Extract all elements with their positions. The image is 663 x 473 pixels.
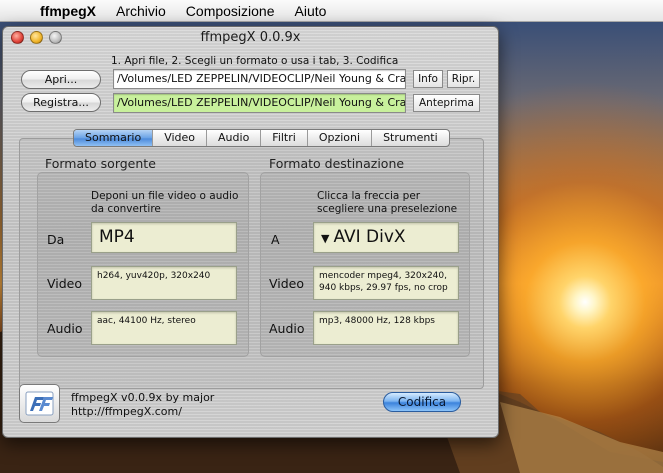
menu-bar: ffmpegX Archivio Composizione Aiuto bbox=[0, 0, 663, 22]
tab-filtri[interactable]: Filtri bbox=[261, 130, 308, 146]
window-controls bbox=[11, 31, 62, 44]
tab-video[interactable]: Video bbox=[153, 130, 208, 146]
source-drop-hint: Deponi un file video o audio da converti… bbox=[91, 190, 239, 215]
logo-mark bbox=[25, 391, 54, 416]
tab-strumenti[interactable]: Strumenti bbox=[372, 130, 449, 146]
chevron-down-icon[interactable]: ▼ bbox=[321, 232, 329, 245]
destination-audio-value: mp3, 48000 Hz, 128 kbps bbox=[313, 311, 459, 345]
zoom-window-button[interactable] bbox=[49, 31, 62, 44]
source-audio-label: Audio bbox=[47, 321, 83, 336]
menu-archivio[interactable]: Archivio bbox=[106, 0, 176, 22]
source-format-label: Da bbox=[47, 232, 65, 247]
source-video-label: Video bbox=[47, 276, 83, 291]
open-file-button[interactable]: Apri... bbox=[21, 70, 101, 89]
source-format-value: MP4 bbox=[91, 222, 237, 253]
info-button[interactable]: Info bbox=[413, 70, 443, 88]
version-line: ffmpegX v0.0.9x by major bbox=[71, 391, 215, 404]
preview-button[interactable]: Anteprima bbox=[413, 94, 480, 112]
title-bar[interactable]: ffmpegX 0.0.9x bbox=[3, 27, 498, 49]
tab-bar: Sommario Video Audio Filtri Opzioni Stru… bbox=[73, 129, 450, 147]
instructions-text: 1. Apri file, 2. Scegli un formato o usa… bbox=[111, 55, 399, 67]
destination-format-title: Formato destinazione bbox=[269, 156, 405, 171]
encode-button[interactable]: Codifica bbox=[383, 392, 461, 412]
destination-video-value: mencoder mpeg4, 320x240, 940 kbps, 29.97… bbox=[313, 266, 459, 300]
source-audio-value: aac, 44100 Hz, stereo bbox=[91, 311, 237, 345]
minimize-window-button[interactable] bbox=[30, 31, 43, 44]
website-link[interactable]: http://ffmpegX.com/ bbox=[71, 405, 214, 419]
tab-audio[interactable]: Audio bbox=[207, 130, 262, 146]
ffmpegx-logo-icon bbox=[19, 384, 60, 423]
ffmpegx-window: ffmpegX 0.0.9x 1. Apri file, 2. Scegli u… bbox=[2, 26, 499, 438]
footer-credits: ffmpegX v0.0.9x by major http://ffmpegX.… bbox=[71, 391, 214, 419]
play-source-button[interactable]: Ripr. bbox=[447, 70, 480, 88]
destination-preset-hint: Clicca la freccia per scegliere una pres… bbox=[317, 190, 458, 215]
destination-audio-label: Audio bbox=[269, 321, 305, 336]
source-path-field[interactable]: /Volumes/LED ZEPPELIN/VIDEOCLIP/Neil You… bbox=[113, 69, 406, 89]
destination-format-value: AVI DivX bbox=[333, 227, 406, 247]
save-as-button[interactable]: Registra... bbox=[21, 93, 101, 112]
close-window-button[interactable] bbox=[11, 31, 24, 44]
menu-app-name[interactable]: ffmpegX bbox=[30, 0, 106, 22]
destination-format-popup[interactable]: ▼ AVI DivX bbox=[313, 222, 459, 253]
source-format-title: Formato sorgente bbox=[45, 156, 156, 171]
menu-composizione[interactable]: Composizione bbox=[176, 0, 285, 22]
destination-video-label: Video bbox=[269, 276, 305, 291]
destination-path-field[interactable]: /Volumes/LED ZEPPELIN/VIDEOCLIP/Neil You… bbox=[113, 93, 406, 113]
tab-sommario[interactable]: Sommario bbox=[74, 130, 154, 146]
tab-opzioni[interactable]: Opzioni bbox=[308, 130, 373, 146]
source-video-value: h264, yuv420p, 320x240 bbox=[91, 266, 237, 300]
menu-aiuto[interactable]: Aiuto bbox=[285, 0, 337, 22]
destination-format-label: A bbox=[271, 232, 280, 247]
window-title: ffmpegX 0.0.9x bbox=[200, 30, 301, 45]
